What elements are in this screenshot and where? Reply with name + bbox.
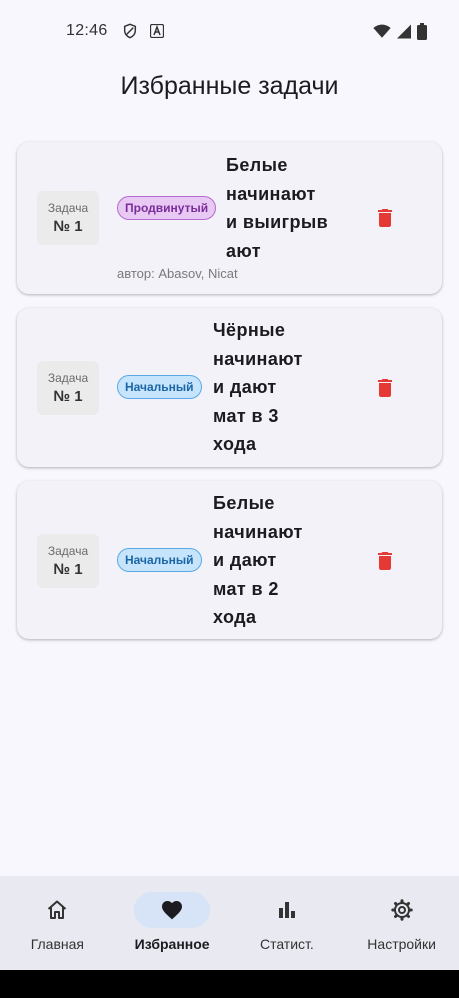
nav-item-statistics[interactable]: Статист. (230, 876, 345, 970)
system-gesture-bar (0, 970, 459, 998)
heart-icon (162, 901, 183, 920)
favorite-card[interactable]: Задача № 1 Начальный Белые начинают и да… (17, 481, 442, 639)
problem-number: № 1 (53, 388, 83, 405)
bottom-navigation: Главная Избранное Статист. Настройки (0, 876, 459, 970)
nav-item-settings[interactable]: Настройки (344, 876, 459, 970)
home-icon (48, 900, 67, 919)
bar-chart-icon (278, 902, 295, 918)
nav-item-favorites[interactable]: Избранное (115, 876, 230, 970)
status-bar: 12:46 (0, 0, 459, 62)
nav-label: Избранное (134, 936, 210, 952)
problem-title: Белые начинают и выигрыв ают (226, 155, 329, 261)
shield-icon (123, 23, 136, 39)
nav-label: Статист. (259, 936, 314, 952)
problem-number-label: Задача (47, 371, 89, 385)
wifi-icon (373, 24, 391, 38)
level-badge: Продвинутый (117, 196, 217, 220)
problem-title: Белые начинают и дают мат в 2 хода (213, 493, 303, 627)
battery-icon (417, 22, 427, 40)
problem-number: № 1 (53, 218, 83, 235)
gear-icon (390, 899, 413, 921)
problem-title: Чёрные начинают и дают мат в 3 хода (213, 320, 303, 454)
level-badge: Начальный (117, 548, 202, 572)
favorite-card[interactable]: Задача № 1 Начальный Чёрные начинают и д… (17, 308, 442, 467)
nav-label: Настройки (367, 936, 436, 952)
app-notification-icon (149, 24, 164, 38)
problem-number-label: Задача (47, 201, 89, 215)
problem-number: № 1 (53, 561, 83, 578)
problem-number-box: Задача № 1 (37, 191, 99, 245)
problem-number-label: Задача (47, 544, 89, 558)
status-time: 12:46 (66, 22, 108, 39)
delete-icon[interactable] (373, 376, 397, 400)
favorite-card[interactable]: Задача № 1 Продвинутый Белые начинают и … (17, 142, 442, 294)
problem-number-box: Задача № 1 (37, 534, 99, 588)
nav-item-home[interactable]: Главная (0, 876, 115, 970)
signal-icon (397, 24, 411, 38)
level-badge: Начальный (117, 375, 202, 399)
page-title: Избранные задачи (120, 72, 339, 100)
problem-number-box: Задача № 1 (37, 361, 99, 415)
delete-icon[interactable] (373, 206, 397, 230)
nav-label: Главная (30, 936, 85, 952)
favorites-list: Задача № 1 Продвинутый Белые начинают и … (17, 142, 442, 653)
problem-author: автор: Abasov, Nicat (117, 266, 238, 281)
delete-icon[interactable] (373, 549, 397, 573)
